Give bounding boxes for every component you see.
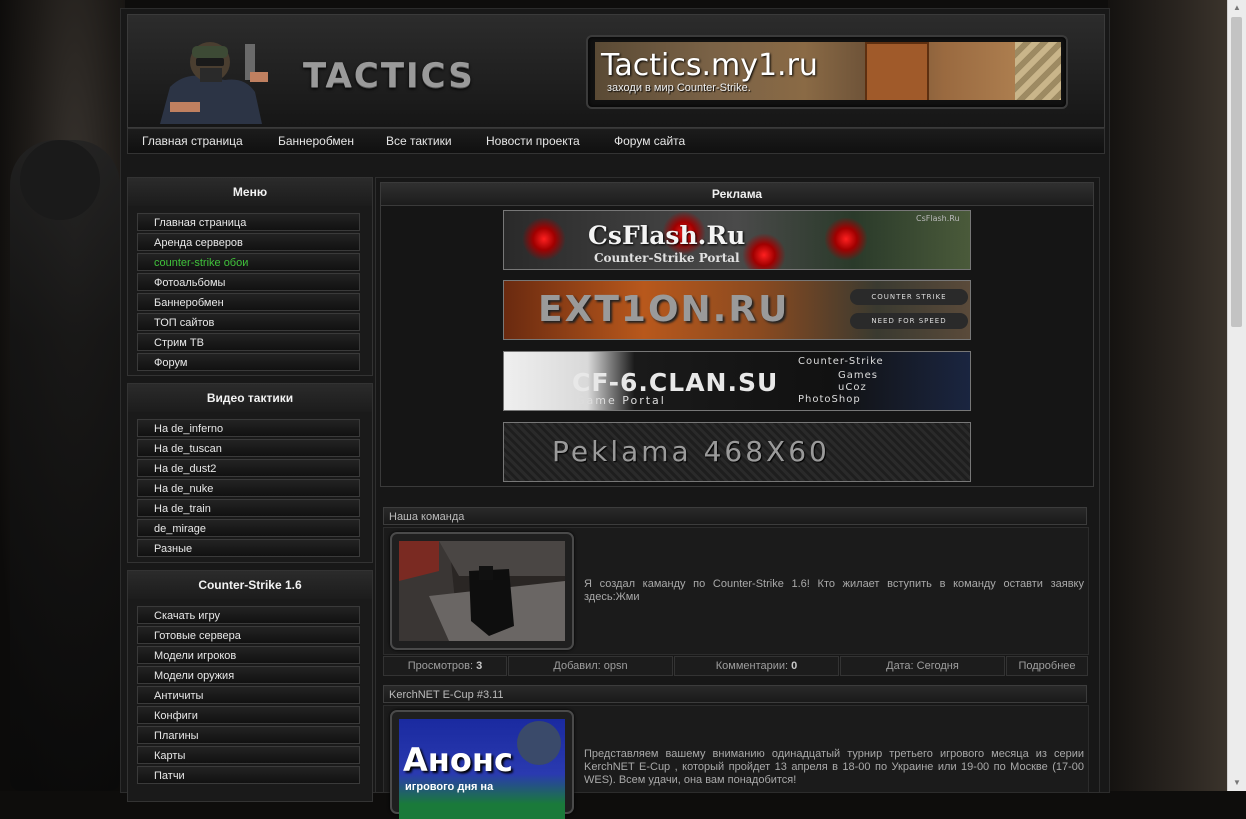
site-logo-text[interactable]: TACTICS: [303, 56, 475, 96]
ad-cf6-line3: uCoz: [838, 382, 867, 393]
news-text: Представляем вашему вниманию одинадцатый…: [584, 748, 1084, 786]
ad-csflash-subtitle: Counter-Strike Portal: [594, 251, 740, 265]
sidebar-item-top-sites[interactable]: ТОП сайтов: [137, 313, 360, 331]
nav-banner-exchange[interactable]: Баннеробмен: [278, 129, 354, 153]
sidebar-item-de-nuke[interactable]: На de_nuke: [137, 479, 360, 497]
ad-cf6-line1: Counter-Strike: [798, 356, 884, 367]
sidebar-item-de-dust2[interactable]: На de_dust2: [137, 459, 360, 477]
sidebar-item-weapon-models[interactable]: Модели оружия: [137, 666, 360, 684]
ad-blood-splat-graphic: [742, 233, 786, 269]
nav-forum[interactable]: Форум сайта: [614, 129, 685, 153]
menu-block-title: Меню: [128, 178, 372, 206]
ad-banner-placeholder[interactable]: Peklama 468X60: [503, 422, 971, 482]
banner-wall-graphic: [1015, 42, 1061, 100]
nav-home[interactable]: Главная страница: [142, 129, 243, 153]
header-banner-image: Tactics.my1.ru заходи в мир Counter-Stri…: [595, 42, 1061, 100]
cs16-block: Counter-Strike 1.6 Скачать игру Готовые …: [127, 570, 373, 802]
sidebar-item-ready-servers[interactable]: Готовые сервера: [137, 626, 360, 644]
sidebar-item-photo-albums[interactable]: Фотоальбомы: [137, 273, 360, 291]
banner-crate-graphic: [865, 42, 929, 100]
news-date: Дата: Сегодня: [840, 656, 1005, 676]
news-body: Анонс игрового дня на Представляем вашем…: [383, 705, 1089, 819]
scroll-up-arrow-icon[interactable]: ▲: [1228, 0, 1246, 16]
cs16-block-title: Counter-Strike 1.6: [128, 571, 372, 599]
ad-cf6-subtitle: Game Portal: [576, 394, 666, 407]
thumb-player-graphic: [517, 721, 561, 765]
news-body: Я создал каманду по Counter-Strike 1.6! …: [383, 527, 1089, 655]
news-views: Просмотров: 3: [383, 656, 507, 676]
news-title[interactable]: KerchNET E-Cup #3.11: [383, 685, 1087, 703]
nav-project-news[interactable]: Новости проекта: [486, 129, 580, 153]
ads-block-title: Реклама: [381, 183, 1093, 206]
news-thumbnail-image: Анонс игрового дня на: [399, 719, 565, 819]
scroll-thumb[interactable]: [1231, 17, 1242, 327]
page-scrollbar[interactable]: ▲ ▼: [1227, 0, 1246, 791]
ad-ext1on-cs-button: COUNTER STRIKE: [850, 289, 968, 305]
news-text: Я создал каманду по Counter-Strike 1.6! …: [584, 578, 1084, 603]
menu-block: Меню Главная страница Аренда серверов co…: [127, 177, 373, 376]
background-right-art: [1108, 0, 1228, 791]
ad-cf6-title: CF-6.CLAN.SU: [572, 368, 779, 397]
ad-cf6-line2: Games: [838, 370, 878, 381]
sidebar-item-configs[interactable]: Конфиги: [137, 706, 360, 724]
thumb-anons-subtext: игрового дня на: [405, 781, 494, 793]
banner-site-title: Tactics.my1.ru: [601, 48, 818, 83]
sidebar-item-maps[interactable]: Карты: [137, 746, 360, 764]
news-thumbnail[interactable]: [390, 532, 574, 650]
ad-banner-cf6[interactable]: CF-6.CLAN.SU Game Portal Counter-Strike …: [503, 351, 971, 411]
sidebar-item-banner-exchange[interactable]: Баннеробмен: [137, 293, 360, 311]
background-soldier-silhouette: [10, 140, 120, 791]
ad-csflash-title: CsFlash.Ru: [588, 221, 746, 250]
top-navigation: Главная страница Баннеробмен Все тактики…: [127, 128, 1105, 154]
news-thumbnail[interactable]: Анонс игрового дня на: [390, 710, 574, 819]
ad-banner-ext1on[interactable]: EXT1ON.RU COUNTER STRIKE NEED FOR SPEED: [503, 280, 971, 340]
sidebar-item-misc[interactable]: Разные: [137, 539, 360, 557]
sidebar-item-player-models[interactable]: Модели игроков: [137, 646, 360, 664]
soldier-logo-icon: [160, 42, 268, 124]
ads-block: Реклама CsFlash.Ru Counter-Strike Portal…: [380, 182, 1094, 487]
ad-ext1on-title: EXT1ON.RU: [538, 289, 790, 330]
ad-banner-csflash[interactable]: CsFlash.Ru Counter-Strike Portal CsFlash…: [503, 210, 971, 270]
header-banner[interactable]: Tactics.my1.ru заходи в мир Counter-Stri…: [586, 35, 1068, 109]
ad-ext1on-nfs-button: NEED FOR SPEED: [850, 313, 968, 329]
video-tactics-block: Видео тактики На de_inferno На de_tuscan…: [127, 383, 373, 563]
news-meta: Просмотров: 3 Добавил: opsn Комментарии:…: [383, 656, 1088, 676]
news-thumbnail-image: [399, 541, 565, 641]
sidebar-item-server-rent[interactable]: Аренда серверов: [137, 233, 360, 251]
ad-cf6-line4: PhotoShop: [798, 394, 861, 405]
banner-site-subtitle: заходи в мир Counter-Strike.: [607, 82, 751, 94]
scroll-down-arrow-icon[interactable]: ▼: [1228, 775, 1246, 791]
news-more-link[interactable]: Подробнее: [1006, 656, 1088, 676]
ad-blood-splat-graphic: [522, 217, 566, 261]
sidebar-item-patches[interactable]: Патчи: [137, 766, 360, 784]
sidebar-item-forum[interactable]: Форум: [137, 353, 360, 371]
sidebar-item-stream-tv[interactable]: Стрим ТВ: [137, 333, 360, 351]
sidebar-item-download-game[interactable]: Скачать игру: [137, 606, 360, 624]
sidebar-item-wallpapers[interactable]: counter-strike обои: [137, 253, 360, 271]
sidebar-item-de-tuscan[interactable]: На de_tuscan: [137, 439, 360, 457]
sidebar-item-de-train[interactable]: На de_train: [137, 499, 360, 517]
sidebar-item-de-mirage[interactable]: de_mirage: [137, 519, 360, 537]
video-tactics-title: Видео тактики: [128, 384, 372, 412]
nav-all-tactics[interactable]: Все тактики: [386, 129, 452, 153]
news-title[interactable]: Наша команда: [383, 507, 1087, 525]
sidebar-item-home[interactable]: Главная страница: [137, 213, 360, 231]
news-author[interactable]: Добавил: opsn: [508, 656, 673, 676]
news-comments[interactable]: Комментарии: 0: [674, 656, 839, 676]
sidebar-item-de-inferno[interactable]: На de_inferno: [137, 419, 360, 437]
ad-csflash-tag: CsFlash.Ru: [916, 214, 960, 223]
sidebar-item-plugins[interactable]: Плагины: [137, 726, 360, 744]
sidebar-item-anticheats[interactable]: Античиты: [137, 686, 360, 704]
ad-blood-splat-graphic: [824, 217, 868, 261]
background-soldier-head: [20, 140, 100, 220]
ad-placeholder-text: Peklama 468X60: [552, 435, 830, 468]
thumb-anons-text: Анонс: [403, 741, 513, 779]
